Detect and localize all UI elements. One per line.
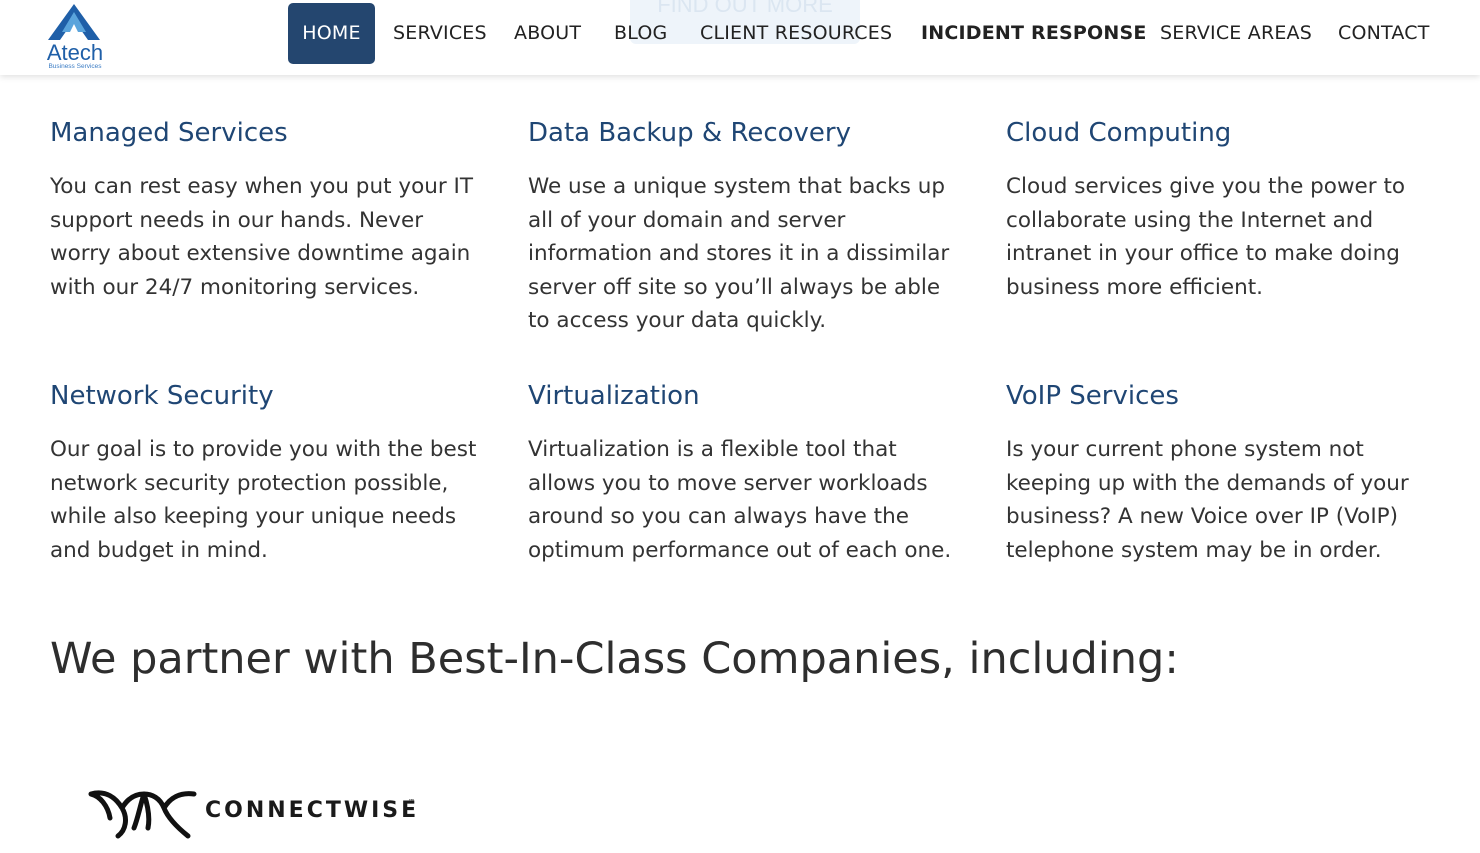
connectwise-swoosh	[88, 790, 197, 839]
service-text-cloud-computing: Cloud services give you the power to col…	[1006, 170, 1446, 304]
text-line: all of your domain and server	[528, 207, 846, 233]
nav-blog[interactable]: BLOG	[614, 3, 667, 64]
nav-client-resources[interactable]: CLIENT RESOURCES	[700, 3, 892, 64]
service-title-network-security[interactable]: Network Security	[50, 381, 274, 411]
connectwise-wordmark: CONNECTWISE	[205, 798, 420, 823]
text-line: telephone system may be in order.	[1006, 537, 1382, 563]
nav-services[interactable]: SERVICES	[393, 3, 487, 64]
text-line: Virtualization is a flexible tool that	[528, 437, 897, 462]
service-text-virtualization: Virtualization is a flexible tool that a…	[528, 433, 968, 567]
text-line: around so you can always have the	[528, 504, 909, 529]
service-title-managed-services[interactable]: Managed Services	[50, 118, 288, 148]
text-line: We use a unique system that backs up	[528, 174, 945, 199]
service-title-voip[interactable]: VoIP Services	[1006, 381, 1179, 411]
text-line: server off site so you’ll always be able	[528, 274, 941, 300]
main-nav: HOME SERVICES ABOUT BLOG CLIENT RESOURCE…	[0, 0, 1480, 75]
text-line: Cloud services give you the power to	[1006, 174, 1406, 199]
text-line: information and stores it in a dissimila…	[528, 241, 950, 266]
text-line: Our goal is to provide you with the best	[50, 437, 477, 462]
text-line: Is your current phone system not	[1006, 437, 1364, 462]
text-line: with our 24/7 monitoring services.	[50, 274, 420, 300]
text-line: and budget in mind.	[50, 537, 268, 563]
text-line: collaborate using the Internet and	[1006, 207, 1374, 233]
text-line: business? A new Voice over IP (VoIP)	[1006, 504, 1399, 529]
text-line: worry about extensive downtime again	[50, 241, 471, 266]
text-line: to access your data quickly.	[528, 308, 827, 333]
text-line: business more efficient.	[1006, 274, 1263, 300]
service-text-network-security: Our goal is to provide you with the best…	[50, 433, 490, 567]
service-text-managed-services: You can rest easy when you put your IT s…	[50, 170, 490, 304]
nav-contact[interactable]: CONTACT	[1338, 3, 1430, 64]
service-title-virtualization[interactable]: Virtualization	[528, 381, 700, 411]
nav-service-areas[interactable]: SERVICE AREAS	[1160, 3, 1312, 64]
nav-home[interactable]: HOME	[288, 3, 375, 64]
text-line: allows you to move server workloads	[528, 470, 928, 496]
partners-heading: We partner with Best-In-Class Companies,…	[50, 634, 1179, 684]
text-line: while also keeping your unique needs	[50, 504, 457, 529]
text-line: support needs in our hands. Never	[50, 207, 424, 233]
connectwise-logo-icon[interactable]	[88, 784, 198, 840]
text-line: optimum performance out of each one.	[528, 537, 952, 563]
service-title-data-backup[interactable]: Data Backup & Recovery	[528, 118, 851, 148]
text-line: keeping up with the demands of your	[1006, 470, 1409, 496]
nav-incident-response[interactable]: INCIDENT RESPONSE	[921, 3, 1147, 64]
connectwise-trademark: ™	[408, 798, 415, 806]
service-text-voip: Is your current phone system not keeping…	[1006, 433, 1446, 567]
service-text-data-backup: We use a unique system that backs up all…	[528, 170, 968, 338]
nav-about[interactable]: ABOUT	[514, 3, 581, 64]
text-line: intranet in your office to make doing	[1006, 241, 1400, 266]
text-line: You can rest easy when you put your IT	[50, 174, 473, 199]
site-header: FIND OUT MORE Atech Business Services HO…	[0, 0, 1480, 75]
text-line: network security protection possible,	[50, 470, 449, 496]
service-title-cloud-computing[interactable]: Cloud Computing	[1006, 118, 1231, 148]
